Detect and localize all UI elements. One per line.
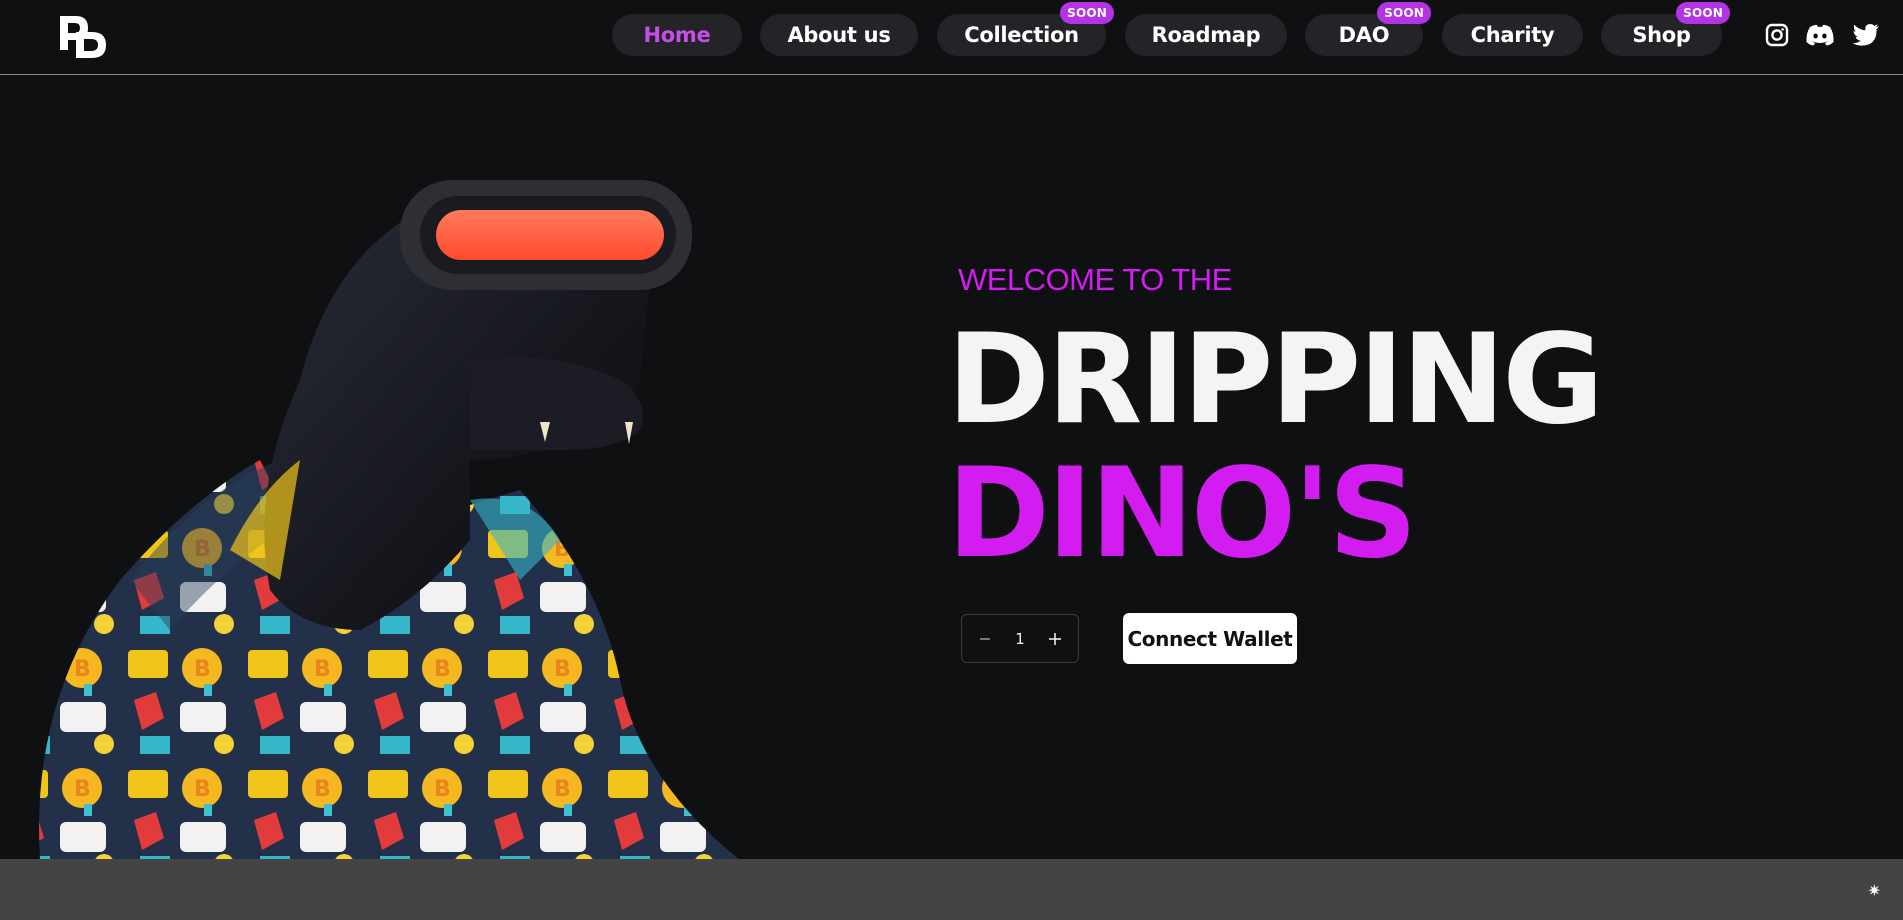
nav-roadmap[interactable]: Roadmap <box>1125 14 1287 56</box>
title-dripping: DRIPPING <box>947 308 1604 452</box>
main-nav: Home About us Collection SOON Roadmap DA… <box>0 2 1903 56</box>
shop-soon-badge: SOON <box>1676 2 1730 24</box>
nav-collection-label: Collection <box>964 23 1079 47</box>
minus-icon <box>979 637 990 640</box>
dino-hero-image: B <box>39 180 740 860</box>
decrement-button[interactable] <box>970 624 1000 654</box>
nav-charity-label: Charity <box>1470 23 1555 47</box>
twitter-icon[interactable] <box>1852 23 1880 47</box>
bottom-bar: ✷ <box>0 859 1903 920</box>
plus-icon <box>1049 632 1062 645</box>
discord-icon[interactable] <box>1805 23 1835 47</box>
quantity-stepper: 1 <box>961 614 1079 663</box>
title-dinos: DINO'S <box>947 442 1418 586</box>
nav-collection[interactable]: Collection SOON <box>937 2 1114 56</box>
quantity-value: 1 <box>1015 629 1025 648</box>
connect-wallet-button[interactable]: Connect Wallet <box>1123 613 1297 664</box>
nav-about-us[interactable]: About us <box>760 14 918 56</box>
sparkle-icon[interactable]: ✷ <box>1868 881 1881 900</box>
nav-roadmap-label: Roadmap <box>1151 23 1261 47</box>
nav-shop[interactable]: Shop SOON <box>1601 2 1730 56</box>
welcome-heading: WELCOME TO THE <box>958 262 1232 297</box>
nav-home[interactable]: Home <box>612 14 742 56</box>
nav-dao-label: DAO <box>1338 23 1390 47</box>
increment-button[interactable] <box>1040 624 1070 654</box>
instagram-icon[interactable] <box>1765 23 1789 47</box>
nav-dao[interactable]: DAO SOON <box>1305 2 1431 56</box>
nav-charity[interactable]: Charity <box>1442 14 1583 56</box>
site-header: Home About us Collection SOON Roadmap DA… <box>0 0 1903 75</box>
nav-shop-label: Shop <box>1632 23 1691 47</box>
dao-soon-badge: SOON <box>1377 2 1431 24</box>
nav-about-label: About us <box>787 23 891 47</box>
nav-home-label: Home <box>643 23 711 47</box>
collection-soon-badge: SOON <box>1060 2 1114 24</box>
